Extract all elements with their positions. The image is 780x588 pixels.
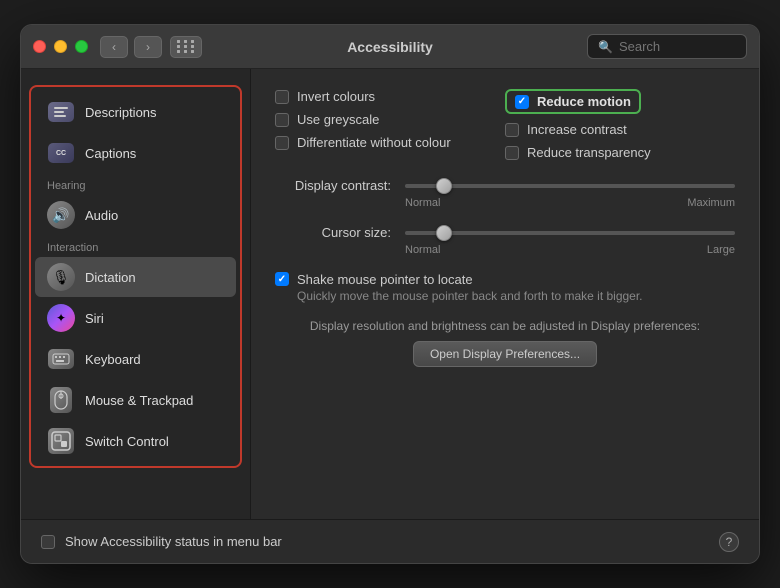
sidebar-label-switch-control: Switch Control [85, 434, 169, 449]
accessibility-status-label: Show Accessibility status in menu bar [65, 534, 282, 549]
sidebar-label-dictation: Dictation [85, 270, 136, 285]
use-greyscale-label: Use greyscale [297, 112, 379, 127]
sidebar-item-keyboard[interactable]: Keyboard [35, 339, 236, 379]
sidebar-item-siri[interactable]: ✦ Siri [35, 298, 236, 338]
checkbox-row-greyscale: Use greyscale [275, 112, 505, 127]
checkbox-row-increase-contrast: Increase contrast [505, 122, 735, 137]
sidebar-item-audio[interactable]: 🔊 Audio [35, 195, 236, 235]
traffic-lights [33, 40, 88, 53]
increase-contrast-checkbox[interactable] [505, 123, 519, 137]
reduce-motion-highlight: Reduce motion [505, 89, 641, 114]
differentiate-label: Differentiate without colour [297, 135, 451, 150]
checkbox-row-invert: Invert colours [275, 89, 505, 104]
display-note: Display resolution and brightness can be… [275, 319, 735, 333]
back-button[interactable]: ‹ [100, 36, 128, 58]
sidebar-item-descriptions[interactable]: Descriptions [35, 92, 236, 132]
display-contrast-track [405, 184, 735, 188]
display-contrast-label: Display contrast: [275, 178, 405, 193]
app-window: ‹ › Accessibility 🔍 [20, 24, 760, 564]
cursor-size-label: Cursor size: [275, 225, 405, 240]
increase-contrast-label: Increase contrast [527, 122, 627, 137]
main-content: Invert colours Use greyscale Differentia… [251, 69, 759, 519]
search-box[interactable]: 🔍 [587, 34, 747, 59]
sidebar-inner: Descriptions CC Captions Hearing 🔊 Audio [29, 85, 242, 468]
accessibility-status-checkbox[interactable] [41, 535, 55, 549]
shake-mouse-title: Shake mouse pointer to locate [297, 272, 643, 287]
section-header-interaction: Interaction [31, 236, 240, 256]
minimize-button[interactable] [54, 40, 67, 53]
cursor-size-slider[interactable] [405, 231, 735, 235]
checkboxes-area: Invert colours Use greyscale Differentia… [275, 89, 735, 168]
sidebar-label-captions: Captions [85, 146, 136, 161]
checkboxes-right: Reduce motion Increase contrast Reduce t… [505, 89, 735, 168]
siri-icon: ✦ [47, 304, 75, 332]
display-contrast-max-label: Maximum [687, 197, 735, 209]
display-contrast-labels: Normal Maximum [275, 197, 735, 209]
use-greyscale-checkbox[interactable] [275, 113, 289, 127]
reduce-motion-label: Reduce motion [537, 94, 631, 109]
sidebar: Descriptions CC Captions Hearing 🔊 Audio [21, 69, 251, 519]
sidebar-label-mouse-trackpad: Mouse & Trackpad [85, 393, 193, 408]
shake-mouse-text: Shake mouse pointer to locate Quickly mo… [297, 272, 643, 303]
section-header-hearing: Hearing [31, 174, 240, 194]
cursor-size-track [405, 231, 735, 235]
window-title: Accessibility [347, 39, 433, 55]
help-button[interactable]: ? [719, 532, 739, 552]
cursor-size-labels: Normal Large [275, 244, 735, 256]
shake-mouse-row: Shake mouse pointer to locate Quickly mo… [275, 272, 735, 303]
open-display-preferences-button[interactable]: Open Display Preferences... [413, 341, 597, 367]
search-icon: 🔍 [598, 40, 613, 54]
titlebar: ‹ › Accessibility 🔍 [21, 25, 759, 69]
checkbox-row-differentiate: Differentiate without colour [275, 135, 505, 150]
shake-mouse-sublabel: Quickly move the mouse pointer back and … [297, 289, 643, 303]
maximize-button[interactable] [75, 40, 88, 53]
differentiate-checkbox[interactable] [275, 136, 289, 150]
nav-buttons: ‹ › [100, 36, 162, 58]
captions-icon: CC [47, 139, 75, 167]
display-contrast-min-label: Normal [405, 197, 440, 209]
display-contrast-row: Display contrast: [275, 178, 735, 193]
invert-colours-checkbox[interactable] [275, 90, 289, 104]
footer: Show Accessibility status in menu bar ? [21, 519, 759, 563]
reduce-motion-checkbox[interactable] [515, 95, 529, 109]
dictation-icon: 🎙 [47, 263, 75, 291]
mouse-icon [47, 386, 75, 414]
forward-button[interactable]: › [134, 36, 162, 58]
cursor-size-row: Cursor size: [275, 225, 735, 240]
checkbox-row-reduce-transparency: Reduce transparency [505, 145, 735, 160]
sidebar-item-dictation[interactable]: 🎙 Dictation [35, 257, 236, 297]
checkboxes-left: Invert colours Use greyscale Differentia… [275, 89, 505, 168]
sidebar-item-switch-control[interactable]: Switch Control [35, 421, 236, 461]
cursor-size-max-label: Large [707, 244, 735, 256]
sidebar-label-siri: Siri [85, 311, 104, 326]
cursor-size-min-label: Normal [405, 244, 440, 256]
reduce-transparency-checkbox[interactable] [505, 146, 519, 160]
sidebar-item-mouse-trackpad[interactable]: Mouse & Trackpad [35, 380, 236, 420]
grid-icon [177, 40, 196, 53]
shake-mouse-checkbox[interactable] [275, 272, 289, 286]
reduce-transparency-label: Reduce transparency [527, 145, 651, 160]
invert-colours-label: Invert colours [297, 89, 375, 104]
close-button[interactable] [33, 40, 46, 53]
keyboard-icon [47, 345, 75, 373]
sidebar-label-audio: Audio [85, 208, 118, 223]
sidebar-item-captions[interactable]: CC Captions [35, 133, 236, 173]
display-contrast-group: Display contrast: Normal Maximum [275, 178, 735, 209]
cursor-size-group: Cursor size: Normal Large [275, 225, 735, 256]
audio-icon: 🔊 [47, 201, 75, 229]
sidebar-label-descriptions: Descriptions [85, 105, 157, 120]
grid-view-button[interactable] [170, 36, 202, 58]
sidebar-label-keyboard: Keyboard [85, 352, 141, 367]
switch-icon [47, 427, 75, 455]
search-input[interactable] [619, 39, 736, 54]
checkbox-row-reduce-motion: Reduce motion [505, 89, 735, 114]
display-contrast-slider[interactable] [405, 184, 735, 188]
descriptions-icon [47, 98, 75, 126]
content-area: Descriptions CC Captions Hearing 🔊 Audio [21, 69, 759, 519]
